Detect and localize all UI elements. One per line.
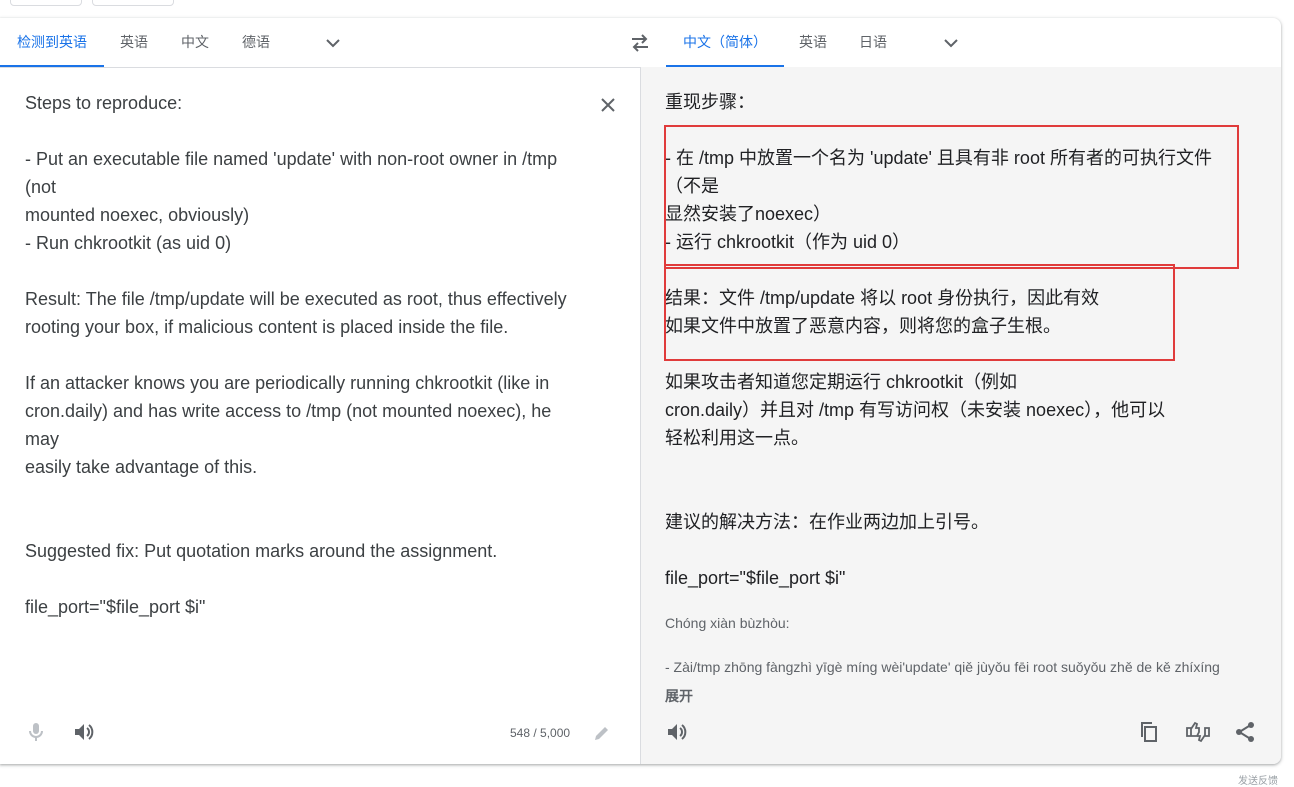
transliteration-line: Chóng xiàn bùzhòu: — [665, 615, 790, 631]
speaker-icon[interactable] — [72, 720, 96, 744]
chevron-down-icon[interactable] — [323, 33, 343, 53]
tab-source-chinese[interactable]: 中文 — [164, 18, 226, 65]
tab-source-german[interactable]: 德语 — [226, 18, 286, 65]
translation-output: 重现步骤： - 在 /tmp 中放置一个名为 'update' 且具有非 roo… — [665, 92, 1212, 588]
character-count: 548 / 5,000 — [510, 726, 571, 740]
pencil-icon[interactable] — [592, 723, 616, 747]
transliteration-line: - Zài/tmp zhōng fàngzhì yīgè míng wèi'up… — [665, 659, 1220, 675]
translate-card: 检测到英语 英语 中文 德语 中文（简体） 英语 日语 Steps to rep… — [0, 18, 1281, 764]
share-icon[interactable] — [1233, 720, 1257, 744]
chevron-down-icon[interactable] — [941, 33, 961, 53]
tab-detect-language[interactable]: 检测到英语 — [0, 18, 104, 67]
tab-target-chinese-simplified[interactable]: 中文（简体） — [666, 18, 784, 67]
expand-button[interactable]: 展开 — [665, 686, 693, 706]
top-button-stub — [10, 0, 82, 6]
top-button-stub — [92, 0, 174, 6]
copy-icon[interactable] — [1137, 720, 1161, 744]
microphone-icon[interactable] — [24, 720, 48, 744]
target-language-bar: 中文（简体） 英语 日语 — [641, 18, 1281, 68]
tab-source-english[interactable]: 英语 — [104, 18, 164, 65]
source-text-input[interactable]: Steps to reproduce: - Put an executable … — [25, 89, 585, 621]
close-icon[interactable] — [596, 93, 620, 117]
speaker-icon[interactable] — [665, 720, 689, 744]
tab-target-english[interactable]: 英语 — [784, 18, 842, 65]
tab-target-japanese[interactable]: 日语 — [842, 18, 904, 65]
panel-divider — [640, 67, 641, 764]
source-language-bar: 检测到英语 英语 中文 德语 — [0, 18, 640, 68]
rate-translation-icon[interactable] — [1185, 720, 1210, 744]
